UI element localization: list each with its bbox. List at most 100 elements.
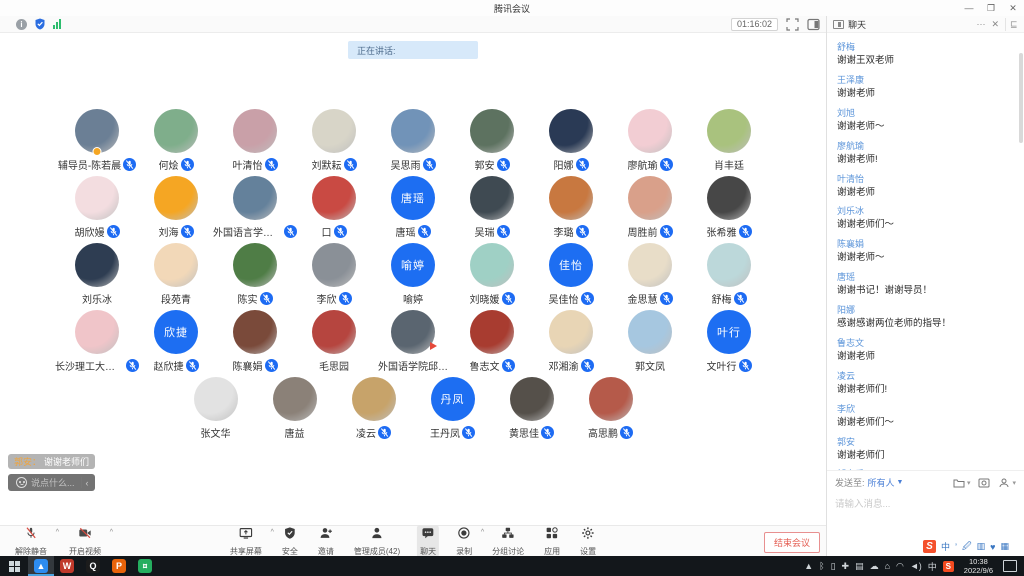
- ime-tool-4[interactable]: ♥: [990, 542, 995, 552]
- tray-icon-2[interactable]: ✚: [842, 561, 850, 572]
- participant-tile[interactable]: 吴瑞: [453, 176, 532, 243]
- participant-tile[interactable]: 段苑青: [137, 243, 216, 310]
- taskbar-app-wechat[interactable]: ¤: [132, 556, 158, 576]
- emoji-icon[interactable]: [16, 477, 27, 488]
- mention-person-icon[interactable]: [998, 477, 1010, 489]
- tray-icon-3[interactable]: ▤: [855, 561, 864, 572]
- participant-tile[interactable]: 胡欣嫚: [58, 176, 137, 243]
- tray-icon-6[interactable]: ◠: [896, 561, 904, 572]
- participant-tile[interactable]: 陈实: [216, 243, 295, 310]
- toolbar-camera-off-button[interactable]: 开启视频^: [66, 525, 104, 558]
- participant-tile[interactable]: 高思鹏: [571, 377, 650, 444]
- tray-chevron-icon[interactable]: ▲: [804, 561, 813, 571]
- toolbar-settings-button[interactable]: 设置: [577, 525, 599, 558]
- participant-tile[interactable]: 刘默耘: [295, 109, 374, 176]
- collapse-arrow-icon[interactable]: ‹: [86, 478, 91, 488]
- layout-switch-icon[interactable]: [807, 18, 820, 31]
- toolbar-members-button[interactable]: 管理成员(42): [351, 525, 403, 558]
- participant-tile[interactable]: 鲁志文: [453, 310, 532, 377]
- taskbar-app-wps[interactable]: W: [54, 556, 80, 576]
- network-signal-icon[interactable]: [53, 19, 61, 29]
- caret-up-icon[interactable]: ^: [110, 529, 113, 536]
- file-icon[interactable]: [953, 477, 965, 489]
- taskbar-app-qq[interactable]: Q: [80, 556, 106, 576]
- caret-up-icon[interactable]: ^: [481, 529, 484, 536]
- fullscreen-icon[interactable]: [786, 18, 799, 31]
- toolbar-shield-button[interactable]: 安全: [279, 525, 301, 558]
- ime-toolbar[interactable]: S中 ’ 🖉 ▥ ♥ ▦: [918, 539, 1014, 554]
- ime-tool-3[interactable]: ▥: [977, 541, 986, 552]
- toolbar-record-button[interactable]: 录制^: [453, 525, 475, 558]
- toolbar-apps-button[interactable]: 应用: [541, 525, 563, 558]
- participant-tile[interactable]: 李欣: [295, 243, 374, 310]
- ime-tool-1[interactable]: ’: [955, 542, 957, 552]
- participant-tile[interactable]: 廖航瑜: [611, 109, 690, 176]
- toolbar-breakout-button[interactable]: 分组讨论: [489, 525, 527, 558]
- ime-tool-0[interactable]: 中: [941, 540, 950, 553]
- taskbar-app-tencent-meeting[interactable]: ▲: [28, 556, 54, 576]
- participant-tile[interactable]: 周胜前: [611, 176, 690, 243]
- participant-tile[interactable]: 郭文凤: [611, 310, 690, 377]
- participant-tile[interactable]: 叶清怡: [216, 109, 295, 176]
- participant-tile[interactable]: 凌云: [334, 377, 413, 444]
- quick-chat-bar[interactable]: 说点什么... ‹: [8, 474, 95, 491]
- start-button[interactable]: [0, 556, 28, 576]
- tray-icon-5[interactable]: ⌂: [885, 561, 890, 571]
- sogou-logo-icon[interactable]: S: [923, 540, 936, 553]
- participant-tile[interactable]: 刘海: [137, 176, 216, 243]
- participant-tile[interactable]: 长沙理工大学-...: [58, 310, 137, 377]
- meeting-info-icon[interactable]: i: [16, 19, 27, 30]
- participant-tile[interactable]: 吴思雨: [374, 109, 453, 176]
- chat-preview-bubble[interactable]: 郭安： 谢谢老师们: [8, 454, 95, 469]
- participant-tile[interactable]: 辅导员-陈若晨: [58, 109, 137, 176]
- participant-tile[interactable]: 阳娜: [532, 109, 611, 176]
- participant-tile[interactable]: 张文华: [176, 377, 255, 444]
- quick-chat-placeholder[interactable]: 说点什么...: [31, 476, 75, 489]
- caret-up-icon[interactable]: ^: [271, 529, 274, 536]
- caret-up-icon[interactable]: ^: [56, 529, 59, 536]
- chat-more-button[interactable]: ···: [976, 19, 985, 29]
- participant-tile[interactable]: 肖丰廷: [690, 109, 769, 176]
- participant-tile[interactable]: 外国语学院邱俊琚: [374, 310, 453, 377]
- minimize-button[interactable]: —: [958, 0, 980, 16]
- chat-pin-icon[interactable]: ⊑: [1005, 18, 1018, 31]
- tray-icon-8[interactable]: 中: [928, 560, 937, 573]
- maximize-button[interactable]: ❐: [980, 0, 1002, 16]
- notification-center-icon[interactable]: [1003, 560, 1017, 572]
- participant-tile[interactable]: 唐益: [255, 377, 334, 444]
- toolbar-invite-button[interactable]: 邀请: [315, 525, 337, 558]
- ime-tool-2[interactable]: 🖉: [962, 539, 972, 555]
- tray-icon-7[interactable]: ◄): [910, 561, 922, 571]
- participant-tile[interactable]: 黄思佳: [492, 377, 571, 444]
- participant-tile[interactable]: 丹凤王丹凤: [413, 377, 492, 444]
- participant-tile[interactable]: 欣捷赵欣捷: [137, 310, 216, 377]
- chat-message-list[interactable]: 舒梅谢谢王双老师王泽康谢谢老师刘旭谢谢老师～廖航瑜谢谢老师!叶清怡谢谢老师刘乐冰…: [827, 33, 1024, 470]
- participant-tile[interactable]: 刘晓媛: [453, 243, 532, 310]
- participant-tile[interactable]: 刘乐冰: [58, 243, 137, 310]
- sogou-tray-icon[interactable]: S: [943, 561, 954, 572]
- send-to-select[interactable]: 所有人: [868, 476, 895, 489]
- taskbar-app-wps-ppt[interactable]: P: [106, 556, 132, 576]
- participant-tile[interactable]: 叶行文叶行: [690, 310, 769, 377]
- toolbar-mic-off-button[interactable]: 解除静音^: [12, 525, 50, 558]
- participant-tile[interactable]: 喻婷喻婷: [374, 243, 453, 310]
- participant-tile[interactable]: 邓湘渝: [532, 310, 611, 377]
- participant-tile[interactable]: 张希雅: [690, 176, 769, 243]
- ime-tool-5[interactable]: ▦: [1000, 541, 1009, 552]
- participant-tile[interactable]: 舒梅: [690, 243, 769, 310]
- tray-icon-1[interactable]: ▯: [831, 561, 836, 572]
- participant-tile[interactable]: 佳怡吴佳怡: [532, 243, 611, 310]
- participant-tile[interactable]: 外国语言学及应...: [216, 176, 295, 243]
- participant-tile[interactable]: 李璐: [532, 176, 611, 243]
- tray-icon-0[interactable]: ᛒ: [819, 561, 824, 571]
- toolbar-chat-button[interactable]: 聊天: [417, 525, 439, 558]
- participant-tile[interactable]: 唐瑶唐瑶: [374, 176, 453, 243]
- end-meeting-button[interactable]: 结束会议: [764, 532, 820, 553]
- chat-close-button[interactable]: ✕: [991, 19, 999, 30]
- participant-tile[interactable]: 何烩: [137, 109, 216, 176]
- security-shield-icon[interactable]: [34, 18, 46, 30]
- participant-tile[interactable]: 郭安: [453, 109, 532, 176]
- participant-tile[interactable]: 口: [295, 176, 374, 243]
- chat-scrollbar[interactable]: [1019, 53, 1023, 143]
- participant-tile[interactable]: 金思慧: [611, 243, 690, 310]
